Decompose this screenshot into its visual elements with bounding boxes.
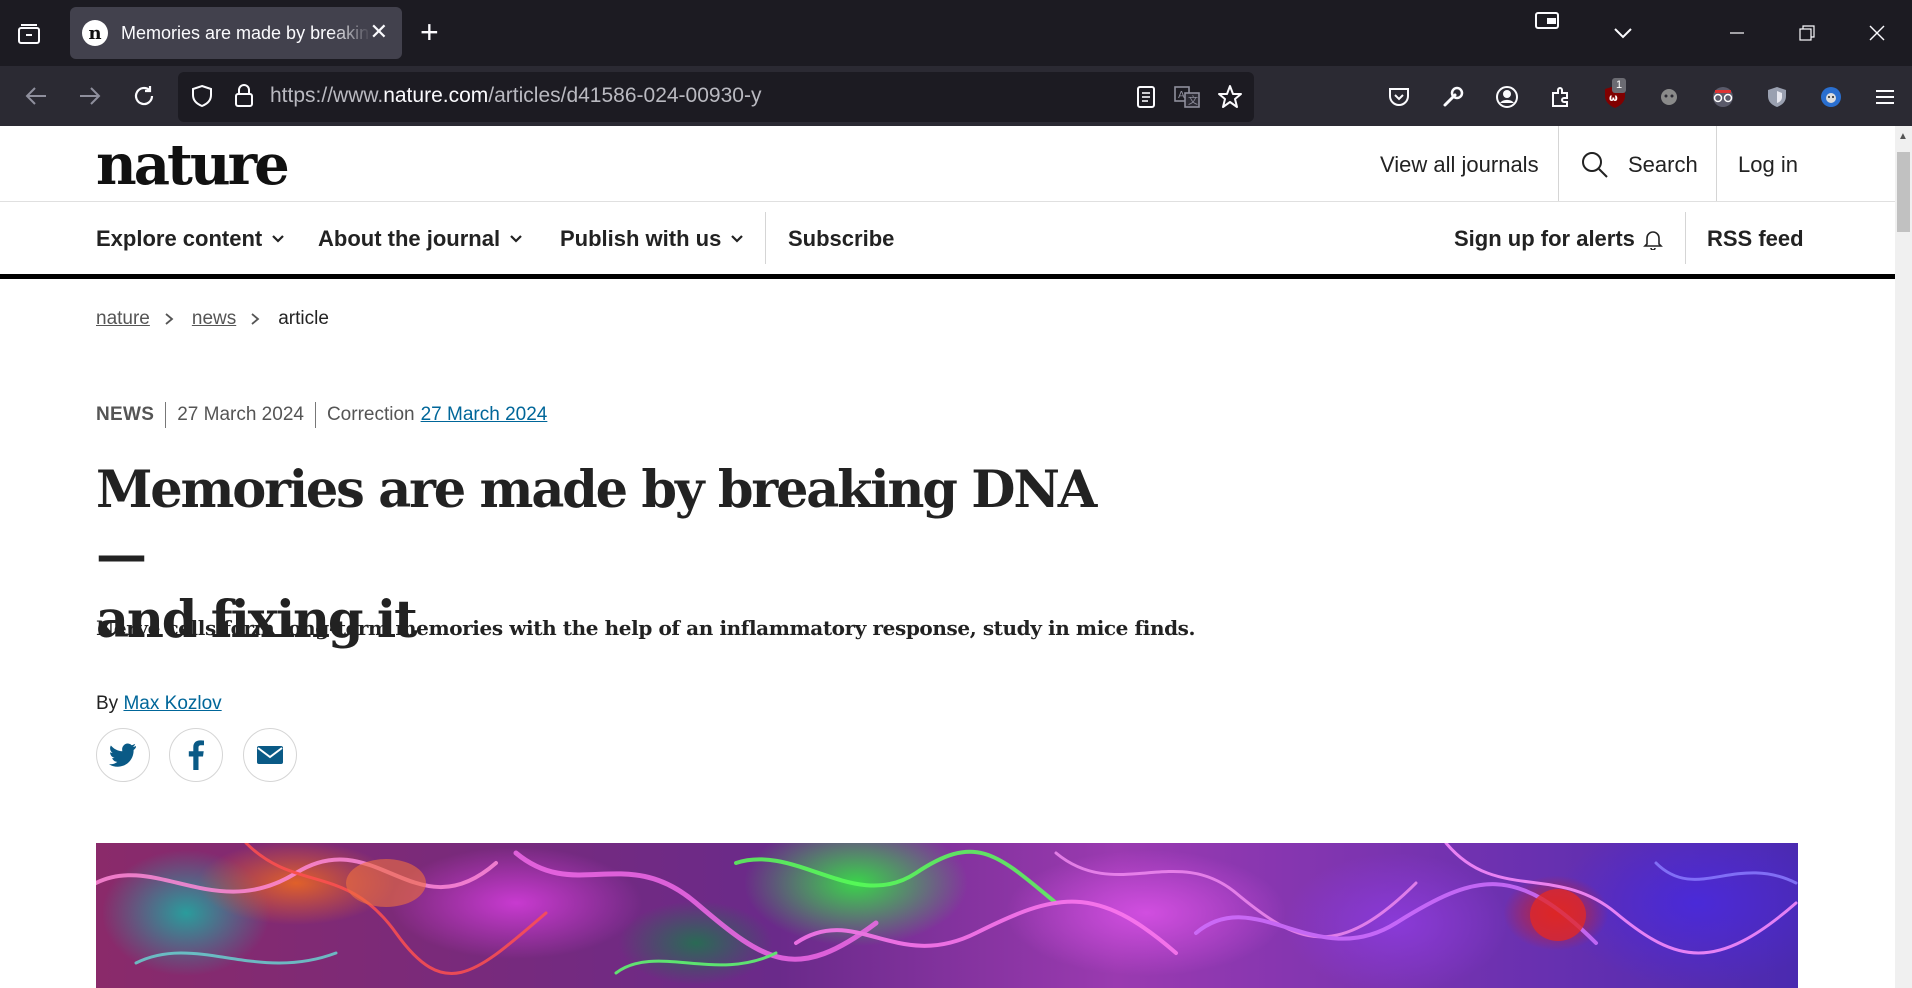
nav-divider: [765, 212, 766, 264]
share-email-button[interactable]: [243, 728, 297, 782]
email-icon: [257, 746, 283, 764]
nav-about-label: About the journal: [318, 226, 501, 251]
author-link[interactable]: Max Kozlov: [123, 693, 221, 714]
translate-icon[interactable]: A文: [1172, 82, 1202, 112]
byline: By Max Kozlov: [96, 693, 222, 715]
nav-explore-content[interactable]: Explore content: [96, 226, 286, 252]
scrollbar-thumb[interactable]: [1897, 152, 1910, 232]
search-button[interactable]: Search: [1628, 152, 1698, 178]
nav-rss-label: RSS feed: [1707, 226, 1804, 251]
breadcrumb-article: article: [278, 308, 329, 329]
headline-line-1: Memories are made by breaking DNA —: [96, 460, 1097, 585]
forward-icon[interactable]: [76, 82, 104, 110]
extension-badge: 1: [1612, 78, 1627, 93]
tab-title: Memories are made by breaking DNA — and …: [121, 22, 371, 43]
nav-about-journal[interactable]: About the journal: [318, 226, 524, 252]
nav-subscribe[interactable]: Subscribe: [788, 226, 894, 252]
meta-divider: [165, 402, 167, 428]
svg-text:ω: ω: [1609, 93, 1618, 104]
twitter-icon: [109, 743, 136, 767]
tampermonkey-icon[interactable]: [1816, 82, 1846, 112]
close-window-icon[interactable]: [1842, 0, 1912, 66]
chevron-right-icon: [251, 313, 260, 325]
wrench-icon[interactable]: [1438, 82, 1468, 112]
privacy-badger-icon[interactable]: [1762, 82, 1792, 112]
nav-divider: [1685, 212, 1686, 264]
header-divider: [1716, 126, 1717, 201]
nav-rss-feed[interactable]: RSS feed: [1707, 226, 1804, 252]
pocket-icon[interactable]: [1384, 82, 1414, 112]
url-text[interactable]: https://www.nature.com/articles/d41586-0…: [270, 84, 761, 108]
reader-view-icon[interactable]: [1131, 82, 1161, 112]
minimize-icon[interactable]: [1702, 0, 1772, 66]
svg-text:文: 文: [1188, 94, 1198, 107]
share-facebook-button[interactable]: [169, 728, 223, 782]
chevron-down-icon: [510, 235, 522, 243]
correction-label: Correction: [326, 404, 415, 425]
nav-explore-label: Explore content: [96, 226, 263, 251]
article-standfirst: Nerve cells form long-term memories with…: [96, 616, 1196, 640]
url-domain: nature.com: [383, 84, 489, 107]
nav-publish-with-us[interactable]: Publish with us: [560, 226, 745, 252]
star-icon[interactable]: [1215, 82, 1245, 112]
view-all-journals-link[interactable]: View all journals: [1380, 152, 1539, 178]
url-path: /articles/d41586-024-00930-y: [488, 84, 762, 107]
glasses-extension-icon[interactable]: [1708, 82, 1738, 112]
article-hero-image: [96, 843, 1798, 988]
browser-tab[interactable]: n Memories are made by breaking DNA — an…: [70, 7, 402, 59]
article-meta: NEWS 27 March 2024 Correction 27 March 2…: [96, 402, 547, 428]
neuron-micrograph-image: [96, 843, 1798, 975]
tab-overview-icon[interactable]: [14, 20, 44, 48]
facebook-icon: [188, 740, 204, 770]
nav-subscribe-label: Subscribe: [788, 226, 895, 251]
window-list-icon[interactable]: [1532, 6, 1562, 36]
extensions-icon[interactable]: [1546, 82, 1576, 112]
chevron-down-icon: [272, 235, 285, 243]
correction-date-link[interactable]: 27 March 2024: [421, 404, 548, 426]
chevron-right-icon: [165, 313, 174, 325]
article-type: NEWS: [96, 404, 155, 425]
search-icon[interactable]: [1580, 150, 1610, 180]
chevron-down-icon: [731, 235, 744, 243]
scroll-up-arrow-icon[interactable]: ▲: [1898, 131, 1908, 142]
meta-divider: [314, 402, 316, 428]
nav-sign-up-alerts[interactable]: Sign up for alerts: [1454, 226, 1663, 252]
restore-icon[interactable]: [1772, 0, 1842, 66]
breadcrumb: nature news article: [96, 308, 329, 330]
chevron-down-icon[interactable]: [1608, 18, 1638, 48]
page-scrollbar[interactable]: [1895, 126, 1912, 988]
header-divider: [1558, 126, 1559, 201]
account-icon[interactable]: [1492, 82, 1522, 112]
breadcrumb-nature[interactable]: nature: [96, 308, 150, 330]
publish-date: 27 March 2024: [177, 404, 304, 425]
bell-icon: [1642, 231, 1663, 250]
login-link[interactable]: Log in: [1738, 152, 1798, 178]
svg-text:A: A: [1178, 90, 1185, 101]
close-tab-icon[interactable]: ✕: [370, 21, 388, 43]
byline-label: By: [96, 693, 119, 714]
extension-icon[interactable]: [1654, 82, 1684, 112]
lock-icon[interactable]: [230, 82, 258, 110]
shield-icon[interactable]: [188, 82, 216, 110]
menu-icon[interactable]: [1870, 82, 1900, 112]
share-twitter-button[interactable]: [96, 728, 150, 782]
nav-publish-label: Publish with us: [560, 226, 722, 251]
new-tab-icon[interactable]: +: [420, 16, 439, 48]
nature-logo[interactable]: nature: [96, 130, 290, 200]
breadcrumb-news[interactable]: news: [192, 308, 236, 330]
nature-favicon-icon: n: [82, 20, 108, 46]
back-icon[interactable]: [22, 82, 50, 110]
url-prefix: https://www.: [270, 84, 384, 107]
reload-icon[interactable]: [130, 82, 158, 110]
nav-alerts-label: Sign up for alerts: [1454, 226, 1635, 251]
